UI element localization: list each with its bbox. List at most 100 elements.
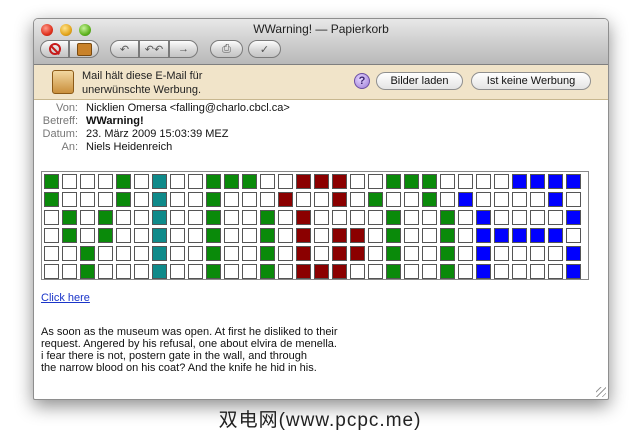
grid-cell: [458, 246, 473, 261]
grid-cell: [188, 264, 203, 279]
to-label: An:: [61, 141, 78, 153]
grid-cell: [314, 192, 329, 207]
forward-button[interactable]: →: [169, 40, 198, 58]
grid-cell: [170, 228, 185, 243]
delete-button[interactable]: [40, 40, 69, 58]
grid-cell: [476, 192, 491, 207]
grid-cell: [206, 228, 221, 243]
grid-cell: [134, 192, 149, 207]
grid-cell: [314, 210, 329, 225]
grid-cell: [440, 228, 455, 243]
watermark-text: 双电网(www.pcpc.me): [218, 410, 422, 431]
grid-cell: [440, 246, 455, 261]
load-images-button[interactable]: Bilder laden: [376, 72, 463, 90]
window-title: WWarning! — Papierkorb: [253, 22, 389, 36]
grid-cell: [242, 228, 257, 243]
grid-cell: [44, 192, 59, 207]
grid-cell: [116, 246, 131, 261]
grid-cell: [314, 228, 329, 243]
grid-cell: [350, 264, 365, 279]
grid-cell: [350, 228, 365, 243]
grid-cell: [242, 246, 257, 261]
grid-cell: [350, 246, 365, 261]
click-here-link[interactable]: Click here: [41, 292, 90, 304]
reply-all-button[interactable]: ↶↶: [139, 40, 169, 58]
grid-cell: [44, 264, 59, 279]
help-icon[interactable]: ?: [354, 73, 370, 89]
grid-cell: [170, 174, 185, 189]
grid-cell: [224, 174, 239, 189]
grid-cell: [80, 246, 95, 261]
grid-cell: [134, 246, 149, 261]
grid-cell: [458, 264, 473, 279]
grid-cell: [242, 264, 257, 279]
grid-cell: [422, 210, 437, 225]
grid-cell: [350, 192, 365, 207]
grid-cell: [332, 192, 347, 207]
grid-cell: [368, 264, 383, 279]
message-body: As soon as the museum was open. At first…: [41, 326, 338, 374]
reply-button[interactable]: ↶: [110, 40, 139, 58]
grid-cell: [206, 246, 221, 261]
grid-cell: [566, 264, 581, 279]
grid-cell: [530, 174, 545, 189]
junk-button[interactable]: [69, 40, 99, 58]
grid-cell: [188, 192, 203, 207]
from-value[interactable]: Nicklien Omersa <falling@charlo.cbcl.ca>: [86, 102, 290, 115]
print-button[interactable]: ⎙: [210, 40, 243, 58]
grid-cell: [368, 246, 383, 261]
grid-cell: [296, 174, 311, 189]
grid-cell: [512, 192, 527, 207]
grid-cell: [260, 174, 275, 189]
grid-cell: [170, 264, 185, 279]
grid-cell: [242, 210, 257, 225]
grid-cell: [152, 174, 167, 189]
body-line: As soon as the museum was open. At first…: [41, 326, 338, 338]
grid-cell: [422, 228, 437, 243]
grid-cell: [404, 192, 419, 207]
grid-cell: [440, 210, 455, 225]
grid-cell: [224, 246, 239, 261]
grid-cell: [332, 174, 347, 189]
resize-grip[interactable]: [596, 387, 606, 397]
grid-cell: [350, 174, 365, 189]
grid-cell: [386, 228, 401, 243]
grid-cell: [44, 246, 59, 261]
date-value: 23. März 2009 15:03:39 MEZ: [86, 128, 229, 140]
grid-cell: [566, 192, 581, 207]
grid-cell: [296, 264, 311, 279]
grid-cell: [386, 174, 401, 189]
flag-button[interactable]: ✓: [248, 40, 281, 58]
grid-cell: [386, 192, 401, 207]
grid-cell: [368, 192, 383, 207]
grid-cell: [422, 246, 437, 261]
grid-cell: [530, 264, 545, 279]
to-value[interactable]: Niels Heidenreich: [86, 141, 172, 154]
grid-cell: [332, 264, 347, 279]
grid-cell: [278, 174, 293, 189]
grid-cell: [530, 192, 545, 207]
grid-cell: [440, 192, 455, 207]
grid-cell: [386, 210, 401, 225]
grid-cell: [404, 210, 419, 225]
forward-arrow-icon: →: [178, 43, 189, 55]
grid-cell: [476, 264, 491, 279]
grid-cell: [386, 246, 401, 261]
grid-cell: [548, 192, 563, 207]
printer-icon: ⎙: [222, 42, 231, 55]
grid-cell: [332, 210, 347, 225]
grid-cell: [170, 246, 185, 261]
grid-cell: [206, 210, 221, 225]
grid-cell: [530, 228, 545, 243]
junk-banner-text: Mail hält diese E-Mail für unerwünschte …: [82, 70, 203, 96]
grid-cell: [188, 228, 203, 243]
grid-cell: [116, 228, 131, 243]
grid-cell: [278, 246, 293, 261]
body-line: i fear there is not, postern gate in the…: [41, 350, 307, 362]
grid-cell: [566, 174, 581, 189]
not-junk-button[interactable]: Ist keine Werbung: [471, 72, 591, 90]
subject-label: Betreff:: [42, 115, 78, 127]
grid-cell: [566, 210, 581, 225]
subject-value: WWarning!: [86, 115, 144, 127]
grid-cell: [386, 264, 401, 279]
